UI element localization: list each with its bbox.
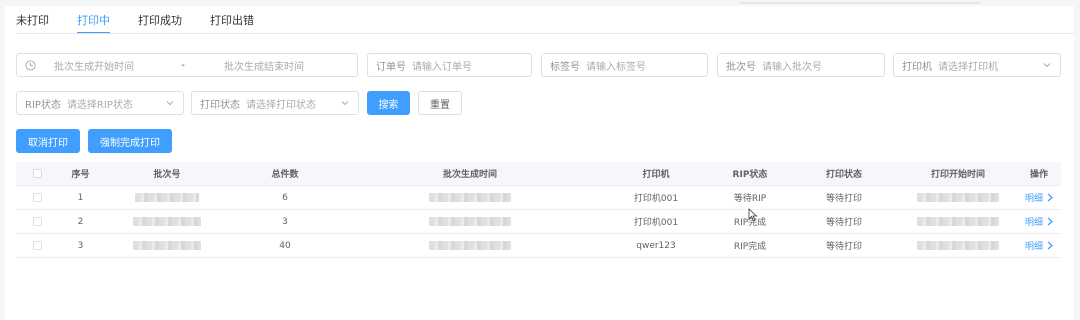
row-select-cell	[16, 241, 58, 250]
batch-number-input[interactable]: 请输入批次号	[762, 58, 822, 73]
order-number-input[interactable]: 请输入订单号	[412, 58, 472, 73]
cancel-print-button[interactable]: 取消打印	[16, 129, 80, 153]
reset-button[interactable]: 重置	[418, 91, 462, 115]
row-printer: qwer123	[636, 240, 676, 251]
printer-select-placeholder[interactable]: 请选择打印机	[938, 58, 998, 73]
tab-print-error[interactable]: 打印出错	[210, 12, 254, 34]
row-index: 3	[77, 240, 84, 251]
printer-label: 打印机	[902, 61, 932, 73]
row-index: 1	[77, 192, 84, 203]
order-number-field[interactable]: 订单号 请输入订单号	[367, 53, 532, 77]
tag-number-label: 标签号	[550, 61, 580, 73]
row-index: 2	[77, 216, 84, 227]
print-status-label: 打印状态	[200, 99, 240, 111]
batch-time-redacted	[339, 240, 601, 251]
date-start-placeholder[interactable]: 批次生成开始时间	[54, 58, 172, 73]
batch-table: 序号 批次号 总件数 批次生成时间 打印机 RIP状态 打印状态 打印开始时间 …	[16, 162, 1061, 258]
left-edge	[0, 0, 5, 320]
print-start-time-redacted	[899, 240, 1017, 251]
row-print-status: 等待打印	[825, 242, 862, 252]
detail-link[interactable]: 明细	[1025, 191, 1053, 204]
rip-status-placeholder[interactable]: 请选择RIP状态	[67, 96, 133, 111]
row-rip-status: 等待RIP	[733, 194, 767, 204]
header-printer: 打印机	[642, 170, 670, 180]
table-row: 1 6 打印机001 等待RIP 等待打印 明细	[16, 186, 1061, 210]
header-print-status: 打印状态	[825, 170, 862, 180]
select-all-cell	[16, 169, 58, 178]
detail-link-label: 明细	[1024, 218, 1043, 228]
batch-number-redacted	[103, 192, 231, 203]
row-action: 明细	[1017, 191, 1061, 204]
row-printer: 打印机001	[633, 218, 679, 228]
tab-print-success[interactable]: 打印成功	[138, 12, 182, 34]
chevron-down-icon	[1043, 63, 1051, 68]
header-print-start-time: 打印开始时间	[930, 170, 985, 180]
row-total: 6	[282, 192, 288, 203]
batch-time-redacted	[339, 192, 601, 203]
detail-link[interactable]: 明细	[1025, 239, 1053, 252]
tag-number-input[interactable]: 请输入标签号	[586, 58, 646, 73]
detail-link-label: 明细	[1024, 194, 1043, 204]
rip-status-label: RIP状态	[25, 99, 61, 111]
header-batch-time: 批次生成时间	[442, 170, 497, 180]
top-strip	[0, 0, 1080, 6]
table-row: 2 3 打印机001 RIP完成 等待打印 明细	[16, 210, 1061, 234]
row-total: 3	[282, 216, 288, 227]
status-tabs: 未打印 打印中 打印成功 打印出错	[16, 12, 282, 34]
row-checkbox[interactable]	[32, 193, 42, 202]
date-separator: -	[181, 59, 185, 71]
header-action: 操作	[1029, 170, 1048, 180]
rip-status-select[interactable]: RIP状态 请选择RIP状态	[16, 91, 184, 115]
top-strip-segment	[740, 2, 980, 4]
tabs-divider	[16, 33, 1074, 34]
mouse-cursor-icon	[748, 208, 758, 222]
row-action: 明细	[1017, 239, 1061, 252]
chevron-down-icon	[166, 101, 174, 106]
chevron-right-icon	[1047, 193, 1053, 202]
batch-number-redacted	[103, 216, 231, 227]
tab-unprinted[interactable]: 未打印	[16, 12, 49, 34]
clock-icon	[25, 59, 36, 71]
row-printer: 打印机001	[633, 194, 679, 204]
print-start-time-redacted	[899, 216, 1017, 227]
row-checkbox[interactable]	[32, 241, 42, 250]
chevron-right-icon	[1047, 217, 1053, 226]
row-print-status: 等待打印	[825, 194, 862, 204]
header-batch-number: 批次号	[153, 170, 181, 180]
row-print-status: 等待打印	[825, 218, 862, 228]
tab-printing[interactable]: 打印中	[77, 12, 110, 34]
batch-number-label: 批次号	[726, 61, 756, 73]
table-row: 3 40 qwer123 RIP完成 等待打印 明细	[16, 234, 1061, 258]
row-select-cell	[16, 217, 58, 226]
row-select-cell	[16, 193, 58, 202]
header-index: 序号	[71, 170, 90, 180]
header-total: 总件数	[271, 170, 299, 180]
row-total: 40	[279, 240, 291, 251]
order-number-label: 订单号	[376, 61, 406, 73]
batch-number-field[interactable]: 批次号 请输入批次号	[717, 53, 885, 77]
batch-time-range-picker[interactable]: 批次生成开始时间 - 批次生成结束时间	[16, 53, 358, 77]
row-rip-status: RIP完成	[733, 242, 767, 252]
row-action: 明细	[1017, 215, 1061, 228]
print-status-select[interactable]: 打印状态 请选择打印状态	[191, 91, 359, 115]
batch-time-redacted	[339, 216, 601, 227]
batch-number-redacted	[103, 240, 231, 251]
date-end-placeholder[interactable]: 批次生成结束时间	[194, 58, 304, 73]
detail-link[interactable]: 明细	[1025, 215, 1053, 228]
print-status-placeholder[interactable]: 请选择打印状态	[246, 96, 316, 111]
tag-number-field[interactable]: 标签号 请输入标签号	[541, 53, 708, 77]
header-rip-status: RIP状态	[732, 170, 768, 180]
chevron-right-icon	[1047, 241, 1053, 250]
table-header: 序号 批次号 总件数 批次生成时间 打印机 RIP状态 打印状态 打印开始时间 …	[16, 162, 1061, 186]
chevron-down-icon	[341, 101, 349, 106]
right-edge	[1074, 0, 1080, 320]
search-button[interactable]: 搜索	[367, 91, 410, 115]
print-start-time-redacted	[899, 192, 1017, 203]
row-checkbox[interactable]	[32, 217, 42, 226]
detail-link-label: 明细	[1024, 242, 1043, 252]
force-complete-print-button[interactable]: 强制完成打印	[88, 129, 172, 153]
printer-select[interactable]: 打印机 请选择打印机	[893, 53, 1061, 77]
select-all-checkbox[interactable]	[32, 169, 42, 178]
